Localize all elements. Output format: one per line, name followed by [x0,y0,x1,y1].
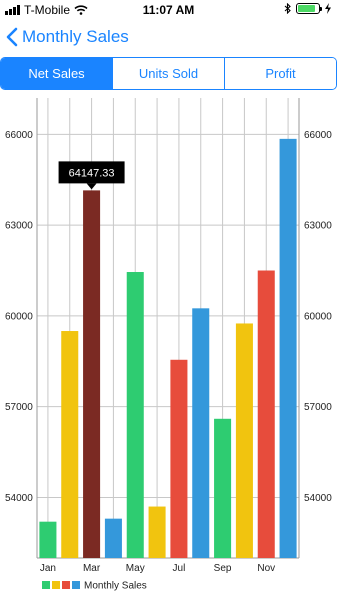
legend-swatch [42,581,50,589]
y-tick-label-right: 66000 [304,130,332,141]
x-tick-label: Nov [257,563,275,574]
status-bar: T-Mobile 11:07 AM [0,0,337,20]
bar-feb [61,331,79,558]
x-tick-label: Jul [173,563,186,574]
tooltip-pointer [86,183,97,190]
bluetooth-icon [284,3,291,14]
sales-bar-chart: 54000 54000 57000 57000 60000 60000 63000 63000… [5,98,332,592]
bar-mar [83,190,101,558]
y-tick-label-right: 63000 [304,221,332,232]
legend-swatch [62,581,70,589]
y-tick-label-right: 54000 [304,493,332,504]
y-tick-label-left: 57000 [5,402,33,413]
bar-dec [279,138,297,558]
y-tick-label-left: 63000 [5,221,33,232]
back-button[interactable]: Monthly Sales [6,27,129,47]
legend-swatch [52,581,60,589]
legend-swatch [72,581,80,589]
segment-units-sold[interactable]: Units Sold [112,58,224,89]
y-tick-label-right: 60000 [304,311,332,322]
y-tick-label-left: 60000 [5,311,33,322]
bar-jul [170,359,188,558]
segment-net-sales[interactable]: Net Sales [1,58,112,89]
segment-profit[interactable]: Profit [224,58,336,89]
x-tick-label: Sep [214,563,232,574]
charging-bolt-icon [325,3,331,14]
tooltip-value: 64147.33 [69,167,115,179]
bar-aug [192,308,210,558]
bar-oct [235,323,253,558]
segmented-control: Net Sales Units Sold Profit [0,57,337,90]
x-tick-label: Mar [83,563,101,574]
bar-nov [257,270,275,558]
chevron-left-icon [6,27,18,47]
bar-may [126,272,144,558]
legend-label: Monthly Sales [84,581,147,592]
status-right [284,3,331,14]
x-tick-label: May [126,563,145,574]
y-tick-label-left: 66000 [5,130,33,141]
y-tick-label-left: 54000 [5,493,33,504]
battery-icon [296,3,322,14]
bar-jan [39,521,57,558]
y-tick-label-right: 57000 [304,402,332,413]
bar-sep [214,418,232,558]
back-button-label: Monthly Sales [22,27,129,46]
bar-jun [148,506,166,558]
navigation-bar: Monthly Sales [0,20,337,56]
bar-apr [104,518,122,558]
x-tick-label: Jan [40,563,56,574]
